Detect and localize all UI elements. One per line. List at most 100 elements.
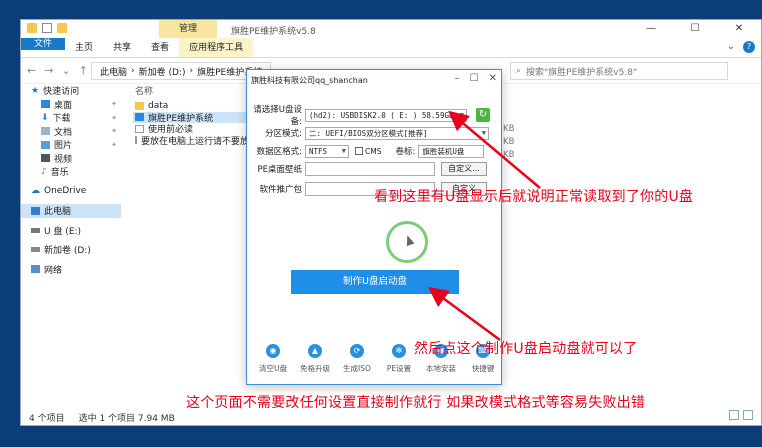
pin-icon: ✦ [111,113,117,122]
chevron-down-icon: ▼ [481,128,486,137]
new-folder-icon[interactable] [57,23,67,33]
search-placeholder: 搜索"旗胜PE维护系统v5.8" [526,67,638,78]
tab-view[interactable]: 查看 [141,38,179,57]
format-select[interactable]: NTFS ▼ [305,144,349,158]
sidebar-item-quick-access[interactable]: ★ 快速访问 [21,84,121,98]
text-file-icon [135,124,144,133]
device-select[interactable]: (hd2): USBDISK2.0 ( E: ) 58.59GB ▼ [305,108,467,122]
wallpaper-input[interactable] [305,162,435,176]
pe-settings-button[interactable]: ✻ PE设置 [381,344,417,374]
column-header-name[interactable]: 名称 [133,84,253,100]
sidebar-item-downloads[interactable]: ⬇ 下载 ✦ [21,111,121,125]
drive-icon [31,247,40,253]
search-input[interactable]: ⌕ 搜索"旗胜PE维护系统v5.8" [510,62,728,80]
format-row: 数据区格式: NTFS ▼ CMS 卷标: 旗胜装机U盘 [247,144,485,158]
app-icon [135,113,144,122]
clear-usb-button[interactable]: ◉ 清空U盘 [255,344,291,374]
list-item[interactable]: 要放在电脑上运行请不要放到 [133,135,258,147]
quick-access-toolbar [27,23,67,33]
format-label: 数据区格式: [256,147,302,157]
chevron-down-icon: ▼ [459,110,464,119]
sidebar-item-usb[interactable]: U 盘 (E:) [21,224,121,238]
sidebar-item-pictures[interactable]: 图片 ✦ [21,138,121,152]
window-controls: — ☐ ✕ [629,20,761,38]
title-bar: 管理 旗胜PE维护系统v5.8 — ☐ ✕ [21,20,761,38]
minimize-icon[interactable]: – [455,73,460,84]
back-icon[interactable]: ← [27,64,36,77]
tab-share[interactable]: 共享 [103,38,141,57]
close-icon[interactable]: ✕ [489,73,497,84]
ribbon-tabs: 文件 主页 共享 查看 应用程序工具 ⌄ ? [21,38,761,58]
chevron-down-icon[interactable]: ⌄ [61,64,70,77]
device-row: 请选择U盘设备: (hd2): USBDISK2.0 ( E: ) 58.59G… [247,105,467,127]
settings-icon: ✻ [392,344,406,358]
tab-app-tools[interactable]: 应用程序工具 [179,38,254,57]
folder-icon[interactable] [27,23,37,33]
wallpaper-label: PE桌面壁纸 [257,165,303,175]
breadcrumb-drive[interactable]: 新加卷 (D:) [139,65,186,78]
chevron-down-icon[interactable]: ⌄ [727,41,735,53]
tab-file[interactable]: 文件 [21,38,66,50]
star-icon: ★ [31,85,40,96]
device-label: 请选择U盘设备: [253,105,302,127]
sidebar-item-network[interactable]: 网络 [21,263,121,277]
help-icon[interactable]: ? [743,41,755,53]
generate-iso-button[interactable]: ⟳ 生成ISO [339,344,375,374]
wallpaper-custom-button[interactable]: 自定义... [441,162,487,176]
chevron-down-icon: ▼ [341,146,346,155]
pin-icon: ✦ [111,100,117,109]
text-file-icon [135,136,137,145]
file-size: KB [503,124,515,134]
wallpaper-row: PE桌面壁纸 自定义... [247,162,487,176]
make-boot-usb-button[interactable]: 制作U盘启动盘 [291,270,459,294]
sidebar-item-this-pc[interactable]: 此电脑 [21,204,121,218]
usb-drive-icon [31,227,40,233]
sidebar-item-desktop[interactable]: 桌面 ✦ [21,98,121,112]
music-icon: ♪ [41,166,47,177]
computer-icon [31,206,40,215]
pin-icon: ✦ [111,140,117,149]
annotation-no-settings: 这个页面不需要改任何设置直接制作就行 如果改模式格式等容易失败出错 [186,395,646,411]
cms-checkbox[interactable] [355,147,363,155]
view-buttons [729,410,753,420]
breadcrumb-this-pc[interactable]: 此电脑 [100,65,127,78]
minimize-icon[interactable]: — [629,20,673,38]
refresh-icon[interactable]: ↻ [476,108,490,122]
no-format-upgrade-button[interactable]: ▲ 免格升级 [297,344,333,374]
partition-label: 分区模式: [265,129,302,139]
navigation-pane: ★ 快速访问 桌面 ✦ ⬇ 下载 ✦ 文档 ✦ 图片 ✦ 视频 ♪ 音乐 ☁ O… [21,84,121,409]
status-bar: 4 个项目 选中 1 个项目 7.94 MB [29,411,175,424]
network-icon [31,265,40,274]
status-selection: 选中 1 个项目 7.94 MB [78,414,175,424]
address-bar[interactable]: 此电脑 › 新加卷 (D:) › 旗胜PE维护系统 v5.8 [91,62,271,80]
maximize-icon[interactable]: ☐ [470,73,479,84]
close-icon[interactable]: ✕ [717,20,761,38]
sidebar-item-music[interactable]: ♪ 音乐 [21,165,121,179]
status-item-count: 4 个项目 [29,414,65,424]
promo-label: 软件推广包 [259,185,302,195]
sidebar-item-drive-d[interactable]: 新加卷 (D:) [21,243,121,257]
tab-home[interactable]: 主页 [65,38,103,57]
sidebar-item-onedrive[interactable]: ☁ OneDrive [21,185,121,199]
upgrade-icon: ▲ [308,344,322,358]
sidebar-item-videos[interactable]: 视频 [21,152,121,166]
file-list: 名称 data 旗胜PE维护系统 使用前必读 要放在电脑上运行请不要放到 [133,84,258,147]
volume-input[interactable]: 旗胜装机U盘 [418,144,485,158]
file-size: KB [503,150,515,160]
dialog-title: 旗胜科技有限公司qq_shanchan [251,76,368,85]
size-column: KB KB KB [503,124,514,163]
download-icon: ⬇ [41,112,49,123]
details-view-icon[interactable] [729,410,739,420]
maximize-icon[interactable]: ☐ [673,20,717,38]
properties-icon[interactable] [42,23,52,33]
forward-icon[interactable]: → [44,64,53,77]
video-icon [41,154,50,163]
breadcrumb-separator-icon: › [189,66,194,76]
sidebar-item-documents[interactable]: 文档 ✦ [21,125,121,139]
partition-select[interactable]: 二: UEFI/BIOS双分区模式[推荐] ▼ [305,126,489,140]
up-icon[interactable]: ↑ [79,64,88,77]
cloud-icon: ☁ [31,186,40,197]
large-icons-view-icon[interactable] [743,410,753,420]
context-tab-manage[interactable]: 管理 [159,20,217,38]
document-icon [41,127,50,136]
